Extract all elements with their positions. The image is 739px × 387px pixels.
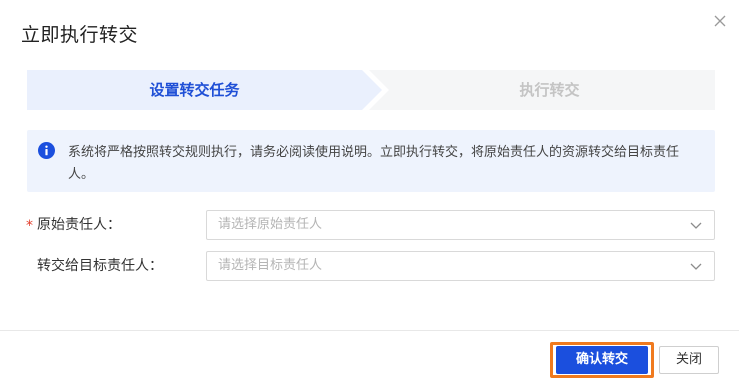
dialog-title: 立即执行转交 [21,24,139,46]
close-icon[interactable] [711,12,729,30]
info-notice: 系统将严格按照转交规则执行，请务必阅读使用说明。立即执行转交，将原始责任人的资源… [27,130,715,192]
chevron-down-icon [690,220,702,230]
close-button[interactable]: 关闭 [659,346,719,374]
step-execute-transfer: 执行转交 [519,81,580,99]
step-setup-task: 设置转交任务 [149,81,240,99]
required-mark: * [26,218,33,234]
original-owner-label: 原始责任人： [37,217,121,233]
chevron-down-icon [690,261,702,271]
original-owner-placeholder: 请选择原始责任人 [218,217,323,232]
confirm-transfer-button[interactable]: 确认转交 [556,346,648,374]
target-owner-select[interactable]: 请选择目标责任人 [206,251,715,281]
info-icon [38,142,55,159]
notice-text: 系统将严格按照转交规则执行，请务必阅读使用说明。立即执行转交，将原始责任人的资源… [68,145,680,182]
footer-divider [0,330,739,331]
steps-bar: 设置转交任务 执行转交 [27,70,715,110]
target-owner-label: 转交给目标责任人： [37,258,163,274]
original-owner-select[interactable]: 请选择原始责任人 [206,210,715,240]
target-owner-placeholder: 请选择目标责任人 [218,258,323,273]
